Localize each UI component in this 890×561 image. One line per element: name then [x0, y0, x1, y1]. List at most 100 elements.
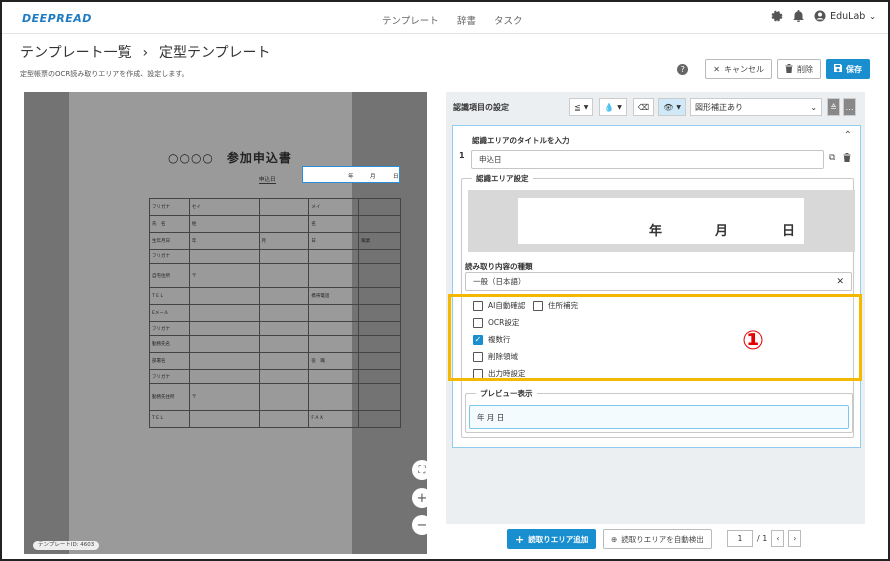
form-cell [308, 383, 360, 411]
form-cell: メイ [308, 198, 360, 216]
caret-down-icon: ▼ [676, 103, 682, 111]
form-cell: フリガナ [149, 198, 190, 216]
chevron-right-icon[interactable]: › [788, 530, 802, 547]
form-cell: 〒 [188, 383, 260, 411]
save-button[interactable]: 保存 [826, 59, 870, 79]
preview-output: 年 月 日 [469, 405, 849, 429]
form-cell [258, 303, 310, 322]
chevron-up-icon[interactable]: ⌃ [844, 130, 852, 141]
chevron-left-icon[interactable]: ‹ [771, 530, 785, 547]
form-cell [308, 248, 360, 265]
nav-tasks[interactable]: タスク [494, 13, 523, 27]
form-row: T E L 携帯電話 [149, 287, 401, 305]
save-label: 保存 [846, 64, 862, 74]
form-cell: 勤務先名 [149, 335, 190, 354]
add-area-button[interactable]: + 読取りエリア追加 [507, 529, 597, 549]
form-row: 生年月日年月日職業 [149, 231, 401, 250]
breadcrumb: テンプレート一覧 › 定型テンプレート [20, 42, 271, 62]
form-cell [358, 320, 401, 337]
close-icon: ✕ [713, 64, 720, 74]
gear-icon[interactable] [771, 10, 783, 22]
form-cell [258, 287, 310, 305]
eraser-button[interactable]: ⌫ [632, 98, 655, 116]
form-cell [358, 368, 401, 385]
form-cell [308, 335, 360, 354]
form-cell: T E L [149, 409, 190, 429]
trash-icon[interactable] [843, 153, 851, 165]
compare-tool[interactable]: ≦ ▼ [569, 98, 594, 116]
form-cell: Eメール [149, 303, 190, 322]
caret-down-icon: ▼ [617, 103, 622, 111]
form-cell [188, 409, 260, 429]
app-logo[interactable]: DEEPREAD [22, 12, 92, 25]
form-cell: フリガナ [149, 248, 190, 265]
annotation-marker: ① [741, 326, 764, 356]
form-cell: T E L [149, 287, 190, 305]
recognition-item-card: 認識エリアのタイトルを入力 ⌃ 1 申込日 ⧉ 認識エリア設定 年 月 日 読み… [452, 125, 861, 448]
form-cell [188, 368, 260, 385]
form-cell [358, 352, 401, 371]
read-type-label: 読み取り内容の種類 [465, 262, 533, 271]
form-cell [188, 320, 260, 337]
nav-dictionary[interactable]: 辞書 [457, 13, 476, 27]
form-cell [188, 303, 260, 322]
form-cell [258, 198, 310, 216]
settings-title: 認識項目の設定 [453, 102, 509, 112]
form-cell [358, 198, 401, 216]
zoom-in-icon[interactable]: + [412, 488, 432, 508]
user-menu[interactable]: EduLab ⌄ [814, 10, 876, 22]
nav-templates[interactable]: テンプレート [382, 13, 439, 27]
help-icon[interactable]: ? [677, 63, 689, 75]
form-cell [258, 214, 310, 233]
preview-legend: プレビュー表示 [476, 388, 537, 399]
document-viewer[interactable]: ○○○○ 参加申込書 申込日 年 月 日 フリガナ セイ メイ氏 名姓名生年月日年月… [24, 92, 432, 554]
area-title-input[interactable]: 申込日 [471, 150, 824, 169]
form-cell: セイ [188, 198, 260, 216]
item-number: 1 [459, 151, 465, 160]
delete-label: 削除 [797, 64, 813, 74]
top-bar: DEEPREAD テンプレート 辞書 タスク EduLab ⌄ [2, 2, 888, 34]
collapse-all-button[interactable]: ≙ [827, 98, 841, 116]
form-cell [258, 352, 310, 371]
form-cell [358, 248, 401, 265]
visibility-tool[interactable]: 👁 ▼ [658, 98, 687, 116]
form-row: 氏 名姓 名 [149, 214, 401, 233]
form-cell: 部署名 [149, 352, 190, 371]
form-cell: 姓 [188, 214, 260, 233]
bell-icon[interactable] [793, 10, 804, 22]
form-cell [358, 383, 401, 411]
zoom-out-icon[interactable]: − [412, 515, 432, 535]
form-cell: 〒 [188, 263, 260, 289]
form-row: 自宅住所〒 [149, 263, 401, 289]
template-id-badge: テンプレートID: 4603 [33, 541, 100, 550]
selected-recognition-area[interactable]: 年 月 日 [302, 166, 400, 183]
fit-screen-icon[interactable]: ⛶ [412, 460, 432, 480]
delete-button[interactable]: 削除 [777, 59, 821, 79]
form-cell: フリガナ [149, 320, 190, 337]
form-row: T E LF A X [149, 409, 401, 429]
correction-select[interactable]: 図形補正あり ⌄ [690, 98, 823, 116]
save-icon [834, 64, 842, 74]
form-cell: 日 [308, 231, 360, 250]
form-cell [188, 248, 260, 265]
trash-icon [785, 63, 793, 75]
breadcrumb-parent[interactable]: テンプレート一覧 [20, 45, 132, 61]
copy-icon[interactable]: ⧉ [829, 153, 835, 163]
more-button[interactable]: … [843, 98, 857, 116]
form-row: 勤務先住所〒 [149, 383, 401, 411]
form-cell [358, 287, 401, 305]
chevron-down-icon: ⌄ [810, 102, 818, 112]
ink-tool[interactable]: 💧 ▼ [599, 98, 627, 116]
page-number-input[interactable]: 1 [727, 530, 753, 547]
read-type-select[interactable]: 一般（日本語） ✕ [465, 272, 852, 291]
cancel-button[interactable]: ✕ キャンセル [705, 59, 772, 79]
clear-icon[interactable]: ✕ [836, 277, 844, 287]
document-title: ○○○○ 参加申込書 [168, 151, 292, 165]
form-row: フリガナ セイ メイ [149, 198, 401, 216]
form-cell: 勤務先住所 [149, 383, 190, 411]
auto-detect-button[interactable]: ⊕ 読取りエリアを自動検出 [603, 529, 712, 549]
form-cell [358, 214, 401, 233]
form-row: フリガナ [149, 248, 401, 265]
form-cell [188, 287, 260, 305]
form-cell [358, 263, 401, 289]
